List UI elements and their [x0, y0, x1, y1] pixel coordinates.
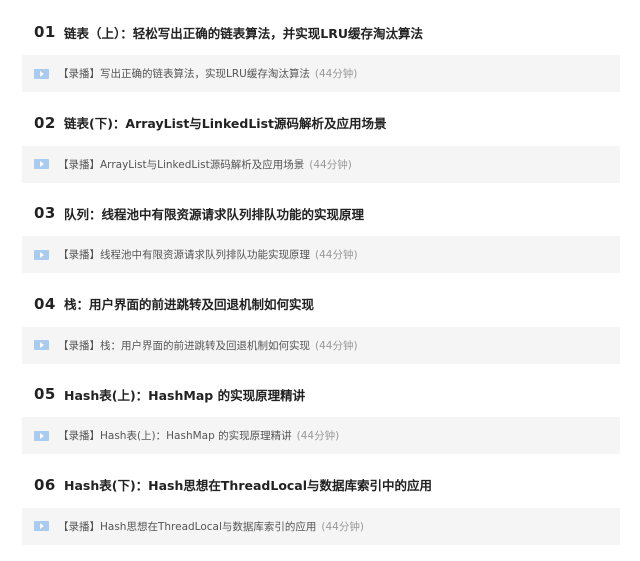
lesson-title[interactable]: 【录播】写出正确的链表算法，实现LRU缓存淘汰算法	[58, 66, 310, 81]
video-play-icon	[34, 249, 49, 260]
chapter-02: 02 链表(下)：ArrayList与LinkedList源码解析及应用场景 【…	[22, 91, 620, 183]
lesson-duration: (44分钟)	[296, 430, 340, 443]
chapter-header: 04 栈：用户界面的前进跳转及回退机制如何实现	[22, 292, 314, 316]
lesson-duration: (44分钟)	[309, 158, 352, 171]
lesson-row[interactable]: 【录播】Hash思想在ThreadLocal与数据库索引的应用 (44分钟)	[22, 507, 620, 545]
video-play-icon	[34, 159, 49, 170]
lesson-duration: (44分钟)	[315, 249, 358, 262]
chapter-header: 05 Hash表(上)：HashMap 的实现原理精讲	[22, 382, 305, 406]
video-play-icon	[34, 340, 49, 351]
chapter-title: 队列：线程池中有限资源请求队列排队功能的实现原理	[64, 206, 365, 222]
chapter-06: 06 Hash表(下)：Hash思想在ThreadLocal与数据库索引中的应用…	[22, 453, 620, 545]
video-play-icon	[34, 521, 49, 532]
lesson-duration: (44分钟)	[314, 68, 358, 80]
lesson-duration: (44分钟)	[321, 520, 364, 533]
lesson-title[interactable]: 【录播】线程池中有限资源请求队列排队功能实现原理	[58, 247, 310, 262]
chapter-03: 03 队列：线程池中有限资源请求队列排队功能的实现原理 【录播】线程池中有限资源…	[22, 181, 620, 274]
chapter-header: 06 Hash表(下)：Hash思想在ThreadLocal与数据库索引中的应用	[22, 473, 432, 497]
lesson-duration: (44分钟)	[315, 339, 358, 352]
video-play-icon	[34, 68, 49, 79]
chapter-header: 02 链表(下)：ArrayList与LinkedList源码解析及应用场景	[22, 111, 387, 135]
chapter-number: 01	[34, 23, 56, 41]
chapter-04: 04 栈：用户界面的前进跳转及回退机制如何实现 【录播】栈：用户界面的前进跳转及…	[22, 272, 620, 364]
lesson-row[interactable]: 【录播】ArrayList与LinkedList源码解析及应用场景 (44分钟)	[22, 145, 620, 183]
video-play-icon	[34, 430, 49, 441]
lesson-row[interactable]: 【录播】Hash表(上)：HashMap 的实现原理精讲 (44分钟)	[22, 417, 620, 455]
lesson-row[interactable]: 【录播】栈：用户界面的前进跳转及回退机制如何实现 (44分钟)	[22, 326, 620, 364]
chapter-title: 链表(下)：ArrayList与LinkedList源码解析及应用场景	[64, 116, 387, 132]
lesson-row[interactable]: 【录播】写出正确的链表算法，实现LRU缓存淘汰算法 (44分钟)	[22, 55, 620, 92]
lesson-row[interactable]: 【录播】线程池中有限资源请求队列排队功能实现原理 (44分钟)	[22, 236, 620, 274]
course-chapter-list: 01 链表（上）：轻松写出正确的链表算法，并实现LRU缓存淘汰算法 【录播】写出…	[22, 0, 620, 545]
chapter-05: 05 Hash表(上)：HashMap 的实现原理精讲 【录播】Hash表(上)…	[22, 362, 620, 455]
chapter-number: 06	[34, 475, 56, 494]
lesson-title[interactable]: 【录播】Hash思想在ThreadLocal与数据库索引的应用	[58, 519, 316, 534]
chapter-title: 栈：用户界面的前进跳转及回退机制如何实现	[64, 297, 315, 313]
chapter-number: 03	[34, 204, 56, 223]
chapter-number: 02	[34, 113, 56, 132]
chapter-number: 04	[34, 294, 56, 313]
chapter-header: 03 队列：线程池中有限资源请求队列排队功能的实现原理	[22, 201, 364, 225]
lesson-title[interactable]: 【录播】栈：用户界面的前进跳转及回退机制如何实现	[58, 338, 310, 353]
chapter-title: Hash表(上)：HashMap 的实现原理精讲	[64, 387, 306, 403]
chapter-header: 01 链表（上）：轻松写出正确的链表算法，并实现LRU缓存淘汰算法	[22, 20, 423, 44]
chapter-title: Hash表(下)：Hash思想在ThreadLocal与数据库索引中的应用	[64, 478, 433, 494]
chapter-01: 01 链表（上）：轻松写出正确的链表算法，并实现LRU缓存淘汰算法 【录播】写出…	[22, 0, 620, 92]
lesson-title[interactable]: 【录播】Hash表(上)：HashMap 的实现原理精讲	[58, 428, 292, 443]
lesson-title[interactable]: 【录播】ArrayList与LinkedList源码解析及应用场景	[58, 157, 304, 172]
chapter-title: 链表（上）：轻松写出正确的链表算法，并实现LRU缓存淘汰算法	[64, 25, 423, 41]
chapter-number: 05	[34, 385, 56, 404]
